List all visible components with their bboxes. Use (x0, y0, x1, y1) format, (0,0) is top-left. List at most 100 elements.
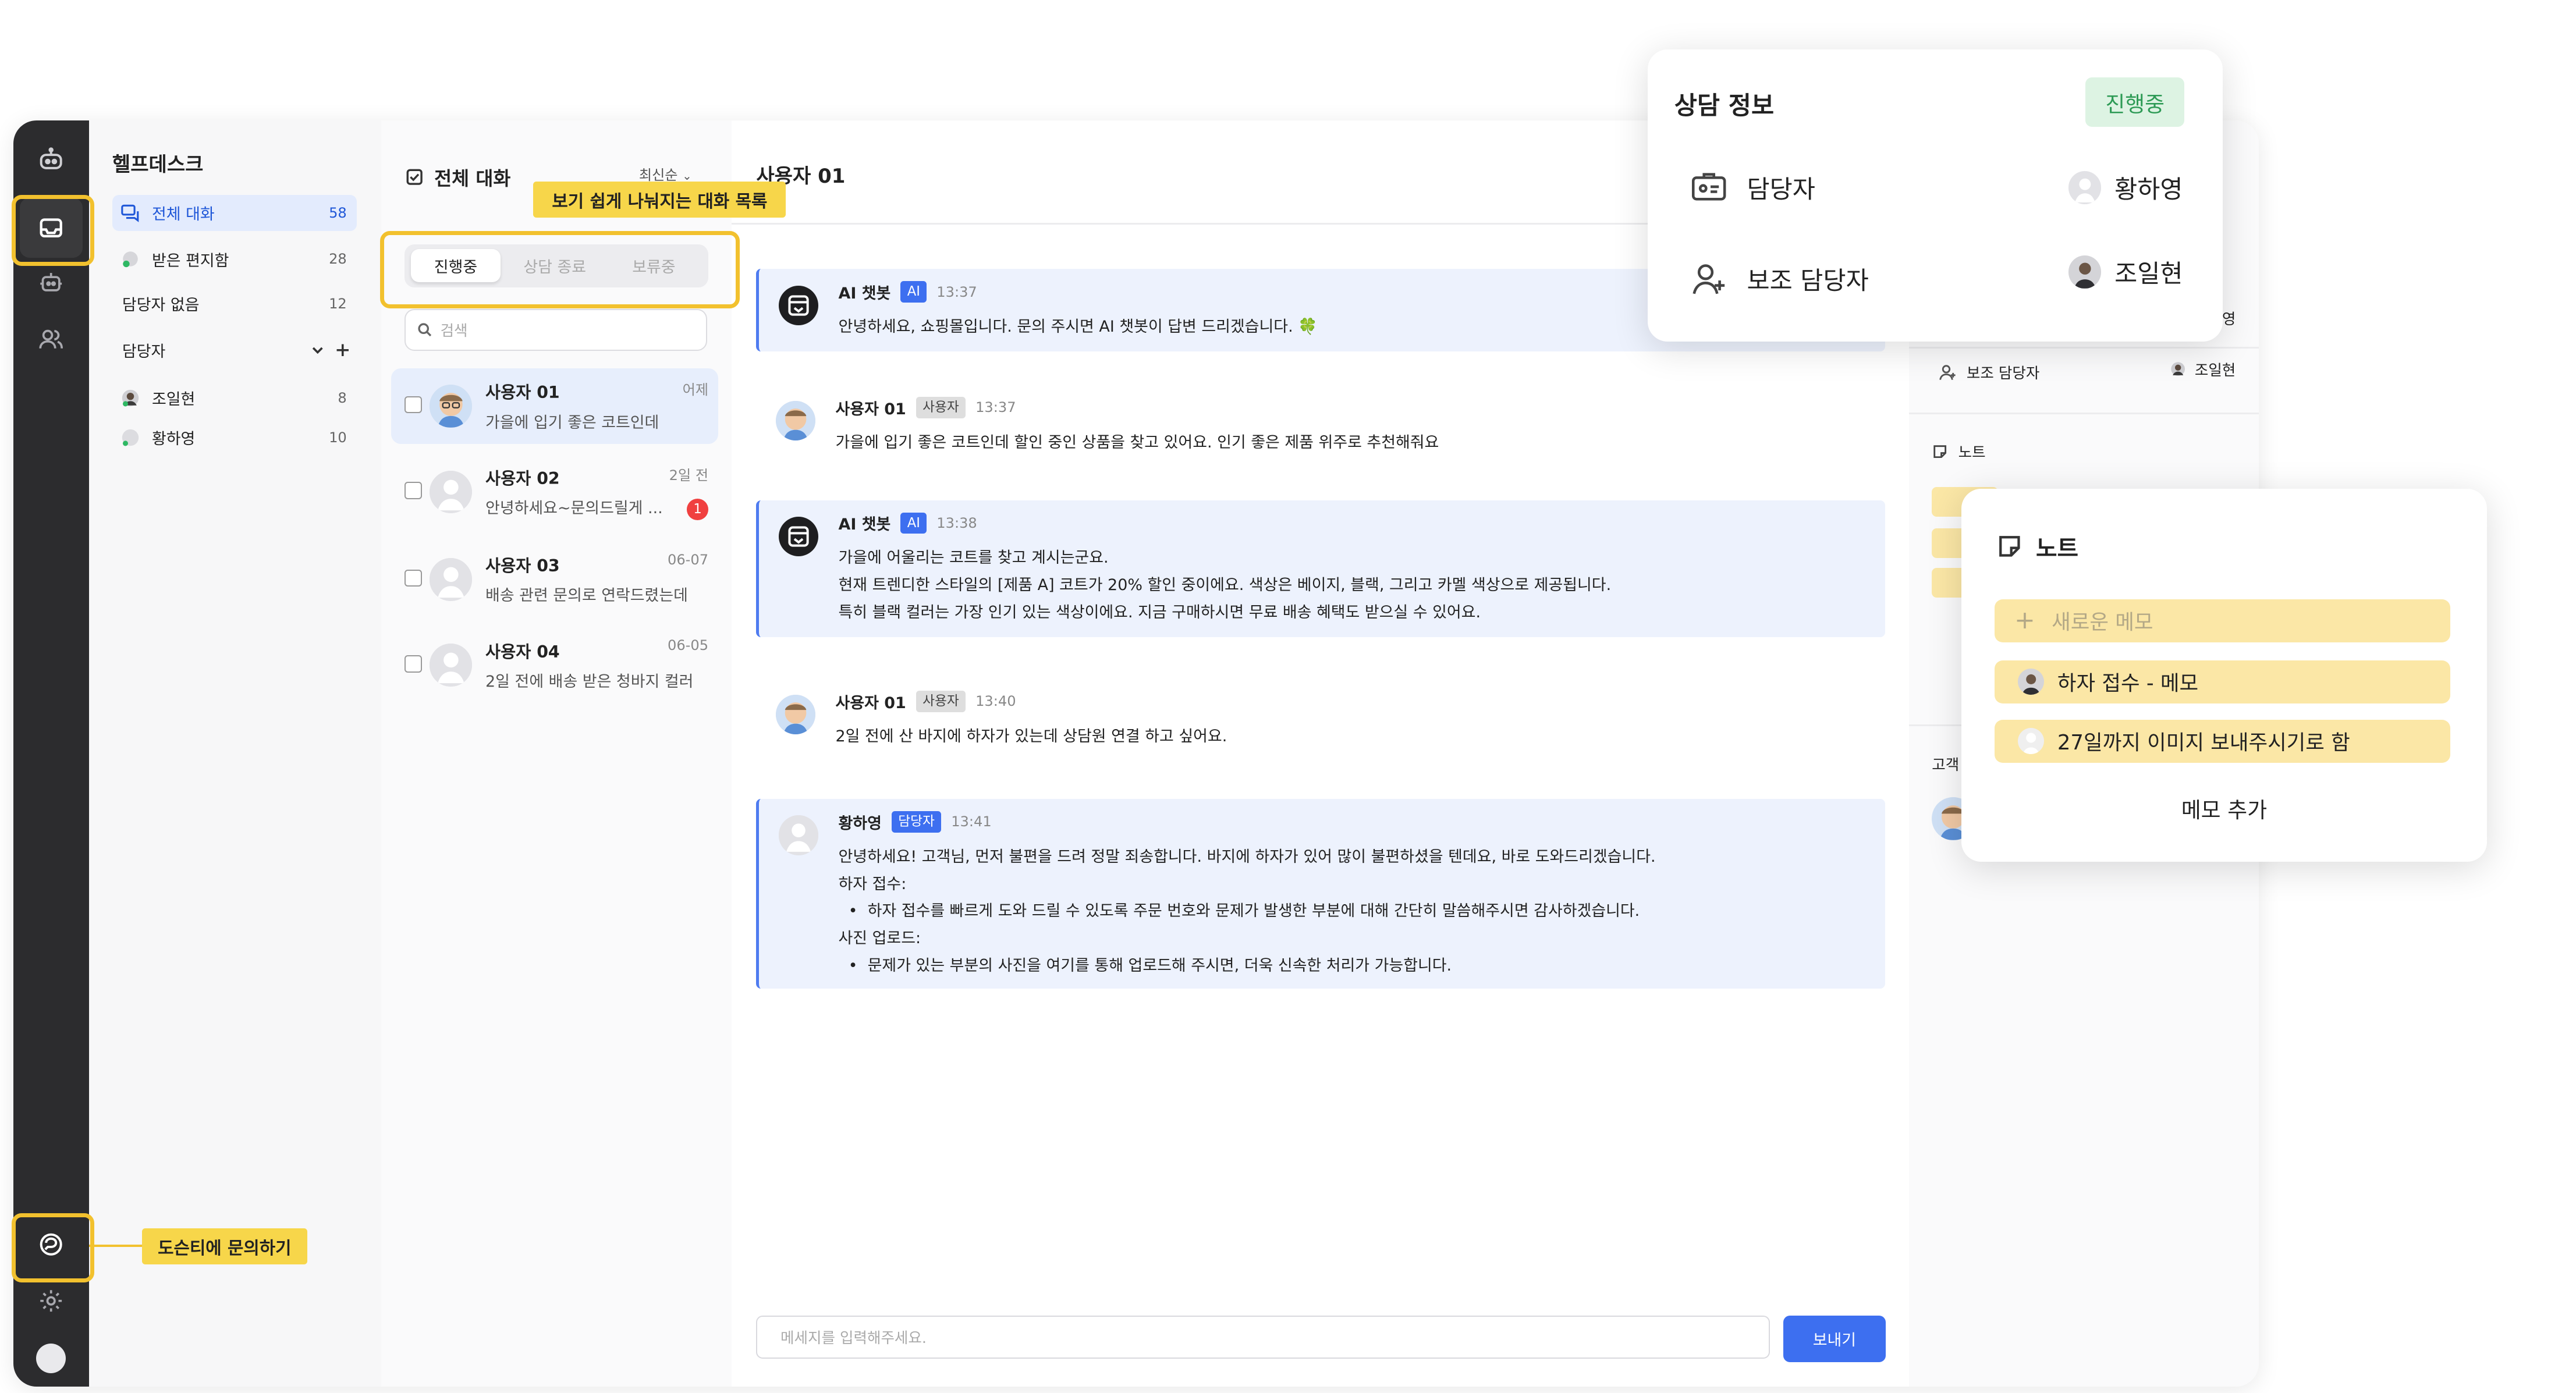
chat-message: 사용자 01 사용자 13:40 2일 전에 산 바지에 하자가 있는데 상담원… (756, 678, 1882, 758)
sub-assignee-name: 조일현 (2114, 260, 2183, 289)
memo-item[interactable]: 하자 접수 - 메모 (1995, 660, 2451, 703)
status-badge: 진행중 (2085, 77, 2185, 127)
sidebar-item-unassigned[interactable]: 담당자 없음 12 (112, 286, 357, 322)
robot-logo-icon (31, 140, 71, 180)
sidebar-item-count: 12 (329, 295, 347, 312)
sub-assignee-value: 조일현 (2068, 254, 2183, 290)
note-section-label: 노트 (1958, 444, 1986, 462)
memo-text: 하자 접수 - 메모 (2057, 671, 2199, 696)
message-tag: AI (900, 281, 927, 303)
conversation-item[interactable]: 사용자 01 가을에 입기 좋은 코트인데 어제 (391, 368, 719, 445)
chat-message: AI 챗봇 AI 13:38 가을에 어울리는 코트를 찾고 계시는군요. 현재… (756, 500, 1886, 638)
message-placeholder: 메세지를 입력해주세요. (780, 1330, 927, 1348)
helpdesk-sidebar: 헬프데스크 전체 대화 58 받은 편지함 28 담당자 없음 12 담당자 조… (89, 120, 383, 1387)
tabs-highlight (379, 231, 740, 309)
sub-assignee-row[interactable]: 보조 담당자 (1691, 261, 1869, 297)
message-time: 13:37 (975, 399, 1016, 416)
message-tag: 사용자 (916, 690, 966, 712)
agent-avatar-icon (119, 386, 142, 410)
chevron-down-icon[interactable] (310, 343, 325, 358)
conversation-preview: 2일 전에 배송 받은 청바지 컬러 (485, 672, 694, 691)
icon-rail (13, 120, 90, 1387)
message-time: 13:37 (936, 283, 977, 300)
sidebar-section-assignee[interactable]: 담당자 (112, 332, 357, 368)
conversation-preview: 배송 관련 문의로 연락드렸는데 (485, 587, 688, 605)
agent-avatar-icon (2171, 362, 2185, 376)
row-checkbox[interactable] (405, 396, 422, 414)
bot-avatar-icon (779, 285, 819, 325)
status-dot-icon (119, 248, 142, 271)
assignee-value: 황하영 (2068, 170, 2183, 205)
conversation-name: 사용자 03 (485, 556, 560, 576)
conversation-time: 2일 전 (669, 467, 709, 484)
users-icon[interactable] (31, 319, 71, 358)
sort-label: 최신순 (638, 166, 678, 183)
search-input[interactable]: 검색 (405, 308, 708, 351)
row-checkbox[interactable] (405, 655, 422, 673)
plus-icon[interactable] (335, 343, 350, 358)
list-title: 전체 대화 (434, 167, 511, 190)
conversation-item[interactable]: 사용자 04 2일 전에 배송 받은 청바지 컬러 06-05 (391, 627, 718, 703)
chat-message: 황하영 담당자 13:41 안녕하세요! 고객님, 먼저 불편을 드려 정말 죄… (756, 799, 1886, 989)
note-popup-title: 노트 (2035, 535, 2079, 562)
message-body: 가을에 입기 좋은 코트인데 할인 중인 상품을 찾고 있어요. 인기 좋은 제… (835, 433, 1439, 452)
bot-icon[interactable] (31, 262, 71, 302)
assignee-peek: 영 (2222, 310, 2236, 328)
message-sender: AI 챗봇 (838, 516, 891, 534)
row-checkbox[interactable] (405, 569, 422, 587)
sidebar-item-label: 받은 편지함 (151, 251, 229, 270)
sub-assignee-row[interactable]: 보조 담당자 (1939, 361, 2039, 383)
conversation-item[interactable]: 사용자 03 배송 관련 문의로 연락드렸는데 06-07 (391, 542, 718, 618)
unread-badge: 1 (687, 498, 709, 520)
message-body: 안녕하세요! 고객님, 먼저 불편을 드려 정말 죄송합니다. 바지에 하자가 … (838, 847, 1656, 975)
sidebar-item-label: 황하영 (151, 430, 196, 449)
sidebar-item-agent-hwanghayoung[interactable]: 황하영 10 (112, 420, 357, 456)
sub-assignee-avatar (2068, 255, 2102, 289)
conversation-name: 사용자 01 (485, 383, 560, 403)
memo-item[interactable]: 27일까지 이미지 보내주시기로 함 (1995, 719, 2451, 763)
user-avatar (429, 385, 473, 428)
assignee-row[interactable]: 담당자 (1691, 170, 1815, 205)
sidebar-item-label: 조일현 (151, 390, 196, 409)
memo-author-avatar (2017, 728, 2045, 755)
conversation-preview: 가을에 입기 좋은 코트인데 (485, 413, 659, 432)
sidebar-item-all-conversations[interactable]: 전체 대화 58 (112, 194, 357, 232)
user-avatar (776, 695, 816, 735)
memo-text: 27일까지 이미지 보내주시기로 함 (2057, 731, 2350, 755)
message-time: 13:40 (975, 693, 1016, 710)
message-time: 13:41 (951, 813, 992, 830)
row-checkbox[interactable] (405, 482, 422, 499)
send-button[interactable]: 보내기 (1783, 1316, 1886, 1362)
note-popup: 노트 + 새로운 메모 하자 접수 - 메모 27일까지 이미지 보내주시기로 … (1961, 488, 2487, 862)
inquiry-highlight (11, 1213, 94, 1283)
user-add-icon (1939, 365, 1956, 381)
conversation-time: 06-05 (667, 637, 709, 654)
note-icon (1933, 445, 1947, 458)
chevron-down-icon: ⌄ (682, 169, 692, 183)
message-sender: AI 챗봇 (838, 285, 891, 303)
conversation-item[interactable]: 사용자 02 안녕하세요~문의드릴게 ... 2일 전 1 (391, 454, 718, 530)
message-input[interactable]: 메세지를 입력해주세요. (756, 1316, 1770, 1359)
consult-info-popup: 상담 정보 진행중 담당자 황하영 보조 담당자 조일현 (1648, 49, 2223, 342)
profile-avatar[interactable] (36, 1344, 66, 1374)
agent-avatar-icon (119, 426, 142, 449)
settings-gear-icon[interactable] (31, 1281, 71, 1321)
plus-icon: + (2014, 606, 2035, 635)
conversation-time: 06-07 (667, 551, 709, 568)
note-icon (1999, 536, 2020, 557)
sidebar-item-inbox[interactable]: 받은 편지함 28 (112, 241, 357, 277)
sidebar-item-label: 전체 대화 (151, 205, 215, 224)
search-icon (418, 323, 432, 336)
agent-avatar (779, 815, 819, 855)
sidebar-item-agent-joilhyun[interactable]: 조일현 8 (112, 380, 357, 416)
user-avatar (429, 557, 473, 601)
sidebar-item-label: 담당자 없음 (122, 296, 200, 315)
message-tag: 담당자 (891, 811, 942, 833)
checkbox-icon[interactable] (406, 169, 423, 185)
message-tag: 사용자 (916, 396, 966, 418)
message-sender: 사용자 01 (835, 400, 906, 418)
id-card-icon (1692, 173, 1726, 201)
sort-dropdown[interactable]: 최신순 ⌄ (639, 164, 692, 184)
new-memo-input[interactable]: + 새로운 메모 (1995, 599, 2451, 642)
add-memo-button[interactable]: 메모 추가 (1961, 793, 2486, 824)
